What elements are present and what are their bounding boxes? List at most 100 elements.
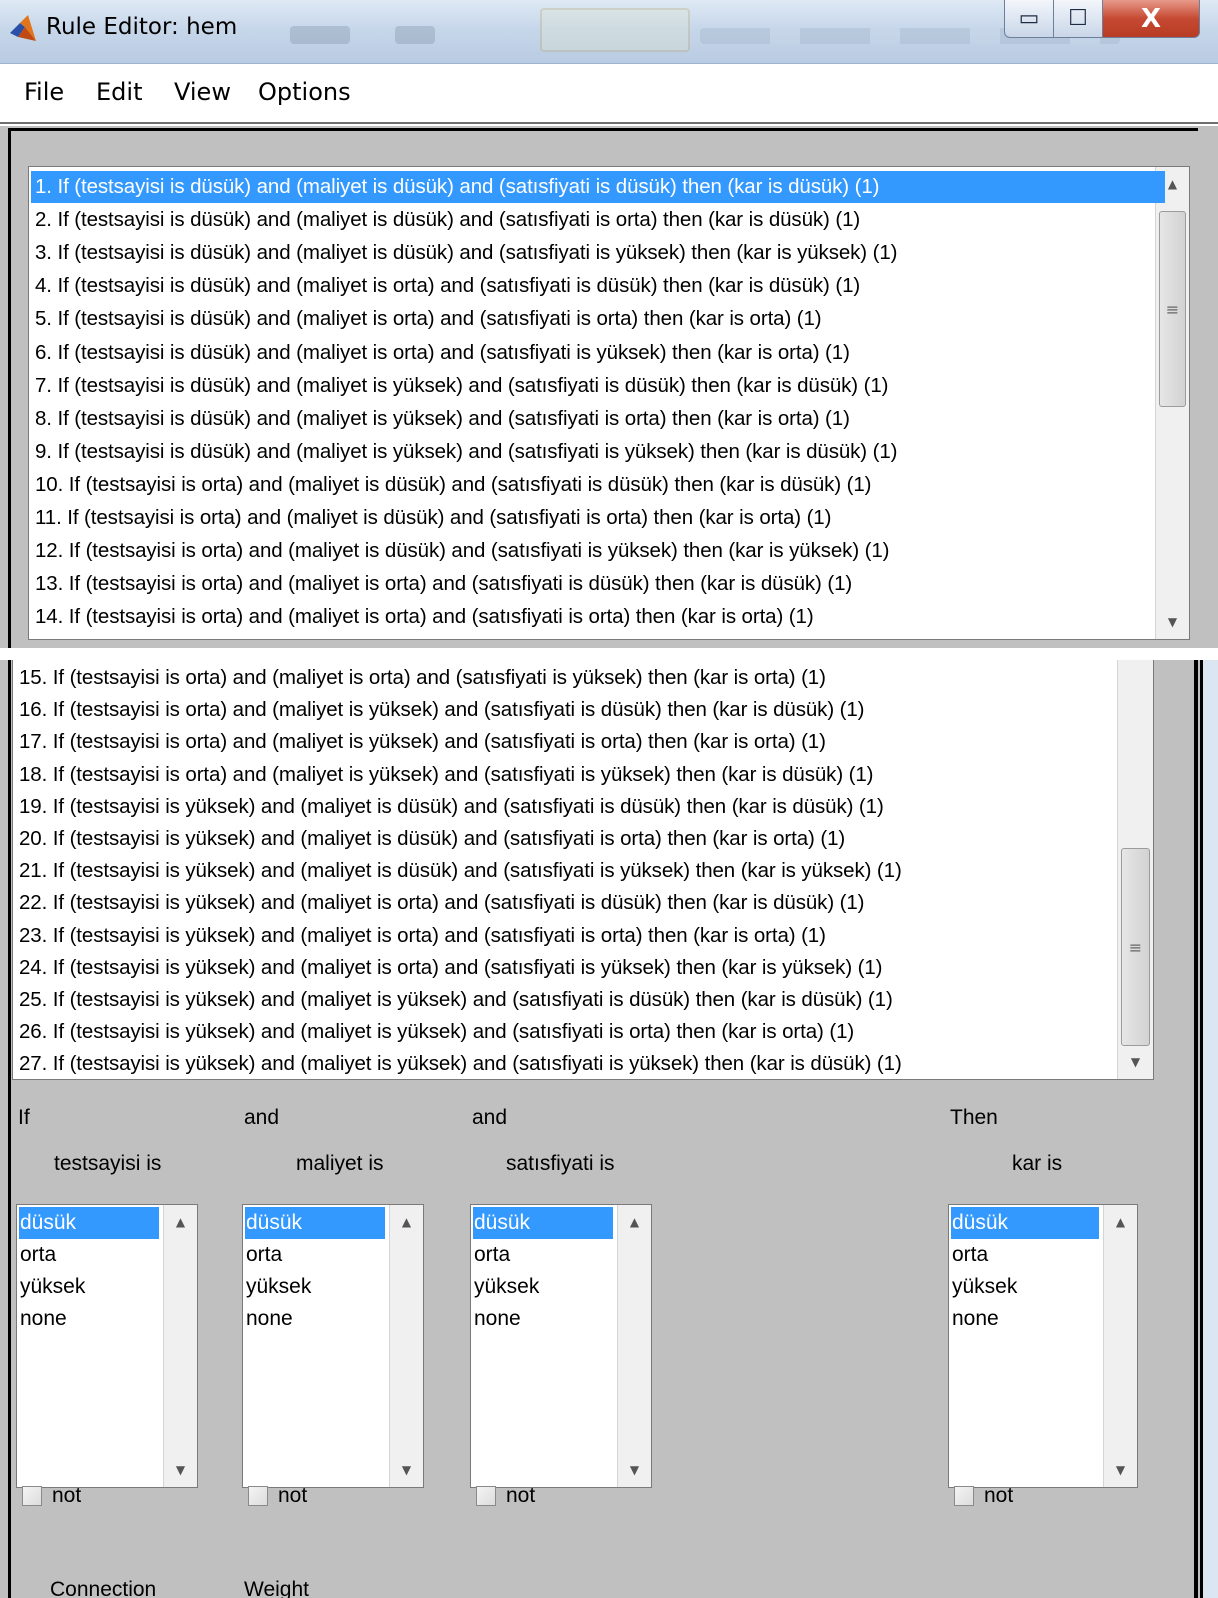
mf-option[interactable]: yüksek	[951, 1271, 1099, 1303]
checkbox-icon[interactable]	[22, 1486, 42, 1506]
minimize-button[interactable]: ▭	[1004, 0, 1054, 38]
mf-listbox-scrollbar[interactable]: ▲ ▼	[1103, 1205, 1137, 1487]
variable-label-satisfiyati: satısfiyati is	[506, 1152, 615, 1175]
rule-row[interactable]: 23. If (testsayisi is yüksek) and (maliy…	[19, 920, 826, 952]
variable-label-maliyet: maliyet is	[296, 1152, 384, 1175]
scroll-down-icon[interactable]: ▼	[390, 1453, 423, 1487]
checkbox-icon[interactable]	[476, 1486, 496, 1506]
scroll-up-icon[interactable]: ▲	[1104, 1205, 1137, 1239]
menu-view[interactable]: View	[174, 78, 231, 106]
not-checkbox-satisfiyati[interactable]: not	[476, 1484, 535, 1508]
rule-row[interactable]: 4. If (testsayisi is düsük) and (maliyet…	[35, 270, 860, 302]
rule-list-scrollbar[interactable]: ▲ ≡ ▼	[1155, 167, 1189, 639]
rule-row[interactable]: 19. If (testsayisi is yüksek) and (maliy…	[19, 791, 884, 823]
mf-option[interactable]: none	[19, 1303, 159, 1335]
rule-row[interactable]: 25. If (testsayisi is yüksek) and (maliy…	[19, 984, 893, 1016]
if-label: If	[18, 1106, 30, 1129]
matlab-logo-icon	[10, 15, 36, 41]
and-label: and	[472, 1106, 508, 1129]
rule-list-scrollbar[interactable]: ≡ ▼	[1117, 660, 1153, 1079]
rule-row[interactable]: 7. If (testsayisi is düsük) and (maliyet…	[35, 370, 888, 402]
scroll-down-icon[interactable]: ▼	[164, 1453, 197, 1487]
frame-border	[8, 128, 11, 1598]
mf-listbox-scrollbar[interactable]: ▲ ▼	[617, 1205, 651, 1487]
rule-list[interactable]: ≡ ▼ 15. If (testsayisi is orta) and (mal…	[12, 660, 1154, 1080]
scroll-up-icon[interactable]: ▲	[618, 1205, 651, 1239]
menu-options[interactable]: Options	[258, 78, 351, 106]
rule-row[interactable]: 20. If (testsayisi is yüksek) and (maliy…	[19, 823, 845, 855]
scroll-thumb[interactable]: ≡	[1121, 848, 1150, 1046]
title-bar[interactable]: Rule Editor: hem ▭ ☐ X	[0, 0, 1218, 64]
menu-file[interactable]: File	[24, 78, 64, 106]
not-checkbox-maliyet[interactable]: not	[248, 1484, 307, 1508]
mf-option[interactable]: düsük	[245, 1207, 385, 1239]
rule-row[interactable]: 21. If (testsayisi is yüksek) and (maliy…	[19, 855, 902, 887]
then-label: Then	[950, 1106, 998, 1129]
not-label: not	[984, 1484, 1014, 1507]
rule-row[interactable]: 16. If (testsayisi is orta) and (maliyet…	[19, 694, 865, 726]
checkbox-icon[interactable]	[954, 1486, 974, 1506]
scroll-down-icon[interactable]: ▼	[1104, 1453, 1137, 1487]
rule-row[interactable]: 5. If (testsayisi is düsük) and (maliyet…	[35, 303, 822, 335]
not-checkbox-kar[interactable]: not	[954, 1484, 1013, 1508]
scroll-down-icon[interactable]: ▼	[1118, 1045, 1153, 1079]
rule-row[interactable]: 13. If (testsayisi is orta) and (maliyet…	[35, 568, 852, 600]
background-blur	[290, 26, 350, 44]
mf-option[interactable]: none	[245, 1303, 385, 1335]
frame-border	[1194, 660, 1198, 1598]
mf-option[interactable]: düsük	[473, 1207, 613, 1239]
scroll-up-icon[interactable]: ▲	[390, 1205, 423, 1239]
mf-option[interactable]: düsük	[951, 1207, 1099, 1239]
mf-option[interactable]: orta	[245, 1239, 385, 1271]
mf-listbox-testsayisi[interactable]: düsük orta yüksek none ▲ ▼	[16, 1204, 198, 1488]
mf-option[interactable]: orta	[951, 1239, 1099, 1271]
rule-row[interactable]: 12. If (testsayisi is orta) and (maliyet…	[35, 535, 890, 567]
mf-option[interactable]: yüksek	[473, 1271, 613, 1303]
mf-option[interactable]: yüksek	[245, 1271, 385, 1303]
rule-row[interactable]: 6. If (testsayisi is düsük) and (maliyet…	[35, 337, 850, 369]
rule-row[interactable]: 10. If (testsayisi is orta) and (maliyet…	[35, 469, 872, 501]
screenshot-split	[0, 648, 1218, 660]
mf-option[interactable]: orta	[473, 1239, 613, 1271]
checkbox-icon[interactable]	[248, 1486, 268, 1506]
background-blur	[395, 26, 435, 44]
mf-listbox-scrollbar[interactable]: ▲ ▼	[389, 1205, 423, 1487]
not-label: not	[52, 1484, 82, 1507]
scroll-thumb[interactable]: ≡	[1159, 211, 1186, 407]
not-checkbox-testsayisi[interactable]: not	[22, 1484, 81, 1508]
frame-border	[1203, 660, 1218, 1598]
and-label: and	[244, 1106, 280, 1129]
rule-row[interactable]: 27. If (testsayisi is yüksek) and (maliy…	[19, 1048, 902, 1079]
mf-option[interactable]: yüksek	[19, 1271, 159, 1303]
mf-listbox-satisfiyati[interactable]: düsük orta yüksek none ▲ ▼	[470, 1204, 652, 1488]
close-button[interactable]: X	[1102, 0, 1200, 38]
rule-row[interactable]: 24. If (testsayisi is yüksek) and (maliy…	[19, 952, 883, 984]
maximize-button[interactable]: ☐	[1053, 0, 1103, 38]
mf-listbox-kar[interactable]: düsük orta yüksek none ▲ ▼	[948, 1204, 1138, 1488]
grip-icon: ≡	[1165, 299, 1180, 319]
menu-bar: File Edit View Options	[0, 64, 1218, 124]
mf-option[interactable]: none	[473, 1303, 613, 1335]
rule-row[interactable]: 14. If (testsayisi is orta) and (maliyet…	[35, 601, 814, 633]
scroll-down-icon[interactable]: ▼	[618, 1453, 651, 1487]
rule-list[interactable]: ▲ ≡ ▼ 1. If (testsayisi is düsük) and (m…	[28, 166, 1190, 640]
scroll-down-icon[interactable]: ▼	[1156, 605, 1189, 639]
rule-row[interactable]: 22. If (testsayisi is yüksek) and (maliy…	[19, 887, 865, 919]
rule-row[interactable]: 9. If (testsayisi is düsük) and (maliyet…	[35, 436, 897, 468]
mf-listbox-scrollbar[interactable]: ▲ ▼	[163, 1205, 197, 1487]
mf-option[interactable]: none	[951, 1303, 1099, 1335]
scroll-up-icon[interactable]: ▲	[164, 1205, 197, 1239]
mf-option[interactable]: düsük	[19, 1207, 159, 1239]
rule-row[interactable]: 26. If (testsayisi is yüksek) and (maliy…	[19, 1016, 854, 1048]
rule-row[interactable]: 17. If (testsayisi is orta) and (maliyet…	[19, 726, 826, 758]
mf-option[interactable]: orta	[19, 1239, 159, 1271]
rule-row[interactable]: 3. If (testsayisi is düsük) and (maliyet…	[35, 237, 897, 269]
rule-row[interactable]: 1. If (testsayisi is düsük) and (maliyet…	[31, 171, 1165, 203]
mf-listbox-maliyet[interactable]: düsük orta yüksek none ▲ ▼	[242, 1204, 424, 1488]
rule-row[interactable]: 15. If (testsayisi is orta) and (maliyet…	[19, 662, 826, 694]
menu-edit[interactable]: Edit	[96, 78, 142, 106]
rule-row[interactable]: 18. If (testsayisi is orta) and (maliyet…	[19, 759, 874, 791]
rule-row[interactable]: 11. If (testsayisi is orta) and (maliyet…	[35, 502, 831, 534]
rule-row[interactable]: 2. If (testsayisi is düsük) and (maliyet…	[35, 204, 860, 236]
rule-row[interactable]: 8. If (testsayisi is düsük) and (maliyet…	[35, 403, 850, 435]
